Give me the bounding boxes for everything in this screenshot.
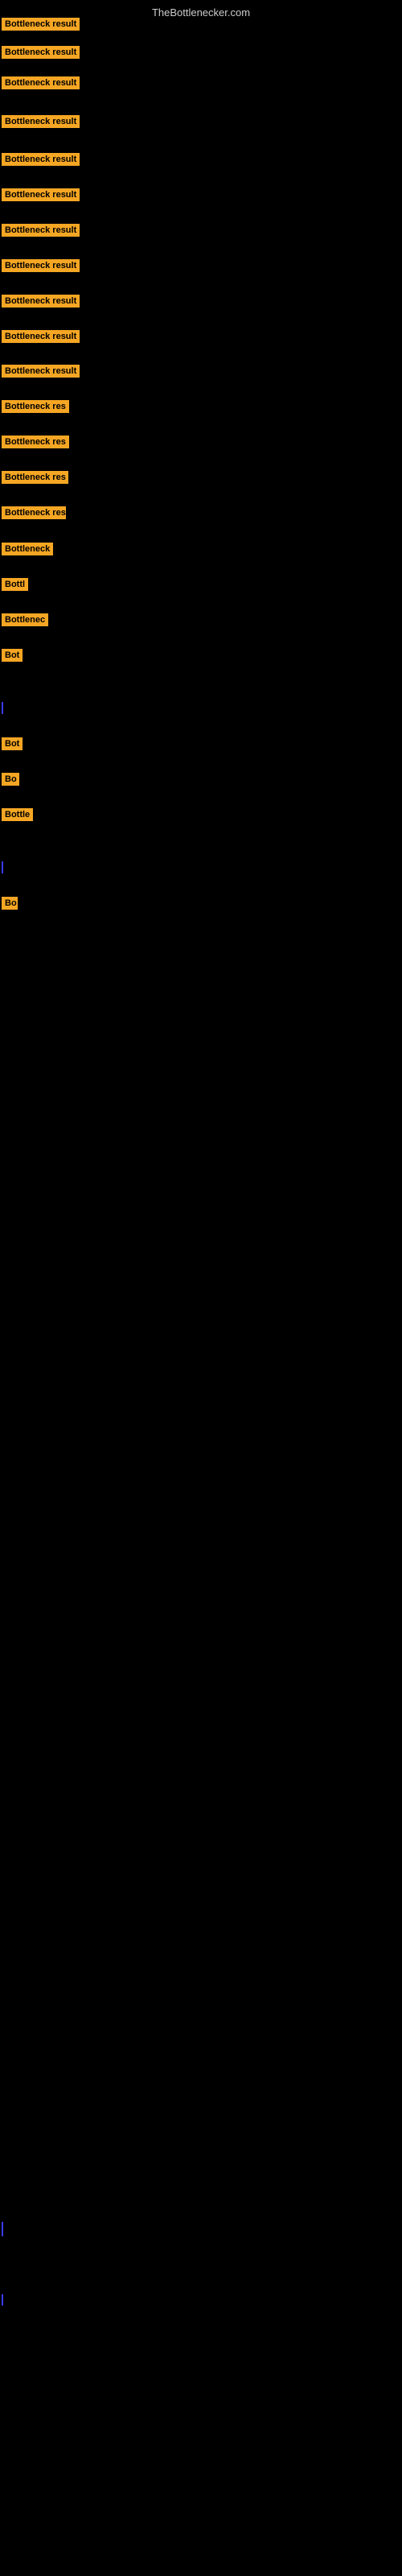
bottleneck-badge-21[interactable]: Bot — [2, 737, 23, 750]
bottleneck-badge-17[interactable]: Bottl — [2, 578, 28, 591]
bottleneck-badge-7[interactable]: Bottleneck result — [2, 224, 80, 237]
bottleneck-badge-22[interactable]: Bo — [2, 773, 19, 786]
bottleneck-badge-12[interactable]: Bottleneck res — [2, 400, 69, 413]
bottleneck-badge-15[interactable]: Bottleneck res — [2, 506, 66, 519]
bottleneck-badge-4[interactable]: Bottleneck result — [2, 115, 80, 128]
bottleneck-badge-11[interactable]: Bottleneck result — [2, 365, 80, 378]
bottleneck-badge-8[interactable]: Bottleneck result — [2, 259, 80, 272]
bottleneck-badge-13[interactable]: Bottleneck res — [2, 436, 69, 448]
vertical-line-indicator — [2, 702, 3, 714]
bottleneck-badge-18[interactable]: Bottlenec — [2, 613, 48, 626]
bottleneck-badge-2[interactable]: Bottleneck result — [2, 46, 80, 59]
vertical-line-indicator — [2, 861, 3, 873]
bottleneck-badge-3[interactable]: Bottleneck result — [2, 76, 80, 89]
bottleneck-badge-25[interactable]: Bo — [2, 897, 18, 910]
bottleneck-badge-10[interactable]: Bottleneck result — [2, 330, 80, 343]
bottleneck-badge-6[interactable]: Bottleneck result — [2, 188, 80, 201]
vertical-line-indicator — [2, 2222, 3, 2236]
bottleneck-badge-16[interactable]: Bottleneck — [2, 543, 53, 555]
bottleneck-badge-23[interactable]: Bottle — [2, 808, 33, 821]
bottleneck-badge-1[interactable]: Bottleneck result — [2, 18, 80, 31]
bottleneck-badge-5[interactable]: Bottleneck result — [2, 153, 80, 166]
bottleneck-badge-19[interactable]: Bot — [2, 649, 23, 662]
bottleneck-badge-9[interactable]: Bottleneck result — [2, 295, 80, 308]
vertical-line-indicator — [2, 2294, 3, 2306]
bottleneck-badge-14[interactable]: Bottleneck res — [2, 471, 68, 484]
